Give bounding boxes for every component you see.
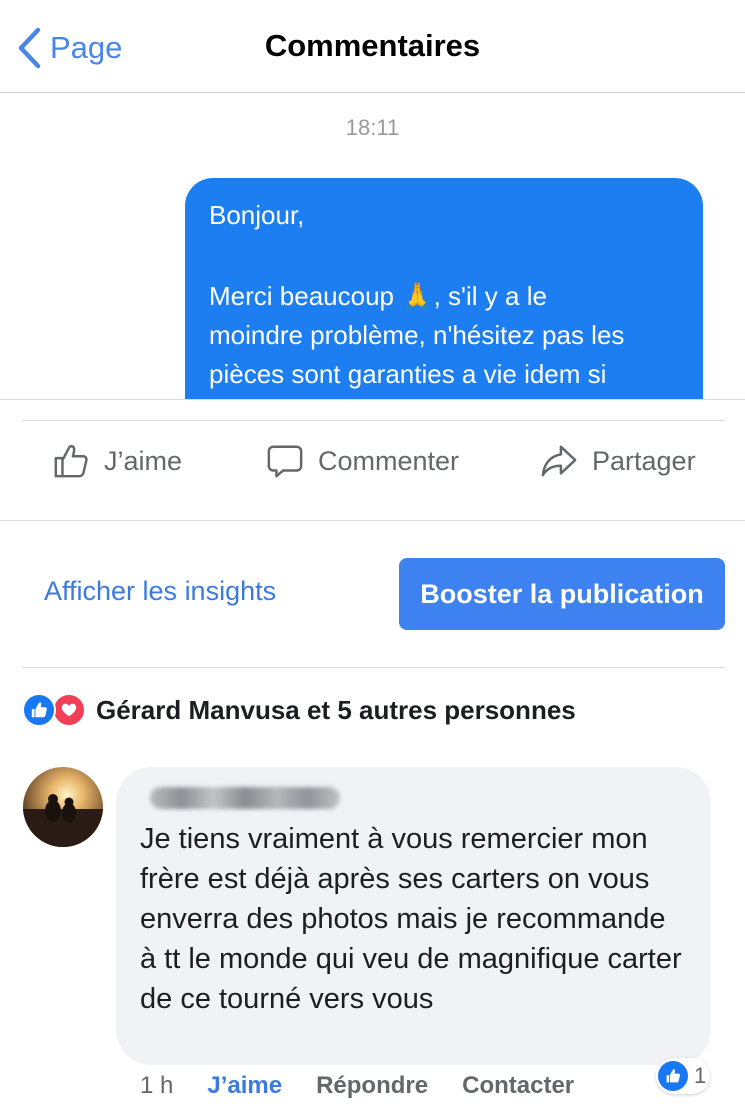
like-label: J’aime — [104, 445, 183, 476]
divider — [0, 399, 745, 400]
like-reaction-icon — [658, 1061, 688, 1091]
contact-link[interactable]: Contacter — [462, 1072, 574, 1100]
comment-button[interactable]: Commenter — [266, 436, 459, 486]
page-title: Commentaires — [264, 28, 481, 63]
like-reaction-icon — [22, 693, 56, 727]
comment-label: Commenter — [318, 445, 460, 476]
reactions-summary[interactable]: Gérard Manvusa et 5 autres personnes — [22, 692, 576, 728]
like-button[interactable]: J’aime — [52, 436, 182, 486]
thumbs-up-icon — [54, 445, 88, 478]
share-button[interactable]: Partager — [540, 436, 696, 486]
comment-actions: 1 h J’aime Répondre Contacter — [140, 1070, 574, 1102]
comment-likes-badge[interactable]: 1 — [656, 1058, 711, 1094]
boost-post-button[interactable]: Booster la publication — [399, 558, 725, 630]
reply-link[interactable]: Répondre — [316, 1072, 428, 1100]
like-count: 1 — [694, 1063, 707, 1088]
comment-text: Je tiens vraiment à vous remercier mon f… — [140, 823, 682, 1015]
share-label: Partager — [592, 445, 696, 476]
love-reaction-icon — [52, 693, 86, 727]
divider — [22, 420, 725, 421]
comment-like-link[interactable]: J’aime — [207, 1072, 282, 1100]
message-line: moindre problème, n'hésitez pas les — [209, 320, 625, 350]
post-preview[interactable]: 18:11 Bonjour, Merci beaucoup 🙏, s'il y … — [0, 93, 745, 399]
avatar[interactable] — [23, 767, 103, 847]
message-bubble: Bonjour, Merci beaucoup 🙏, s'il y a le m… — [185, 178, 703, 399]
share-icon — [541, 445, 577, 477]
comment-time: 1 h — [140, 1072, 174, 1099]
divider — [0, 520, 745, 521]
message-line: Bonjour, — [209, 200, 305, 230]
view-insights-link[interactable]: Afficher les insights — [44, 576, 276, 607]
nav-bar: Page Commentaires — [0, 0, 745, 93]
comment-icon — [267, 445, 303, 478]
reactions-text: Gérard Manvusa et 5 autres personnes — [96, 694, 576, 725]
message-line: Merci beaucoup 🙏, s'il y a le — [209, 281, 547, 311]
comment-bubble[interactable]: Je tiens vraiment à vous remercier mon f… — [116, 767, 711, 1065]
blurred-author-name[interactable] — [150, 787, 340, 809]
message-time: 18:11 — [345, 115, 400, 140]
message-line: pièces sont garanties a vie idem si — [209, 359, 607, 389]
divider — [22, 667, 725, 668]
